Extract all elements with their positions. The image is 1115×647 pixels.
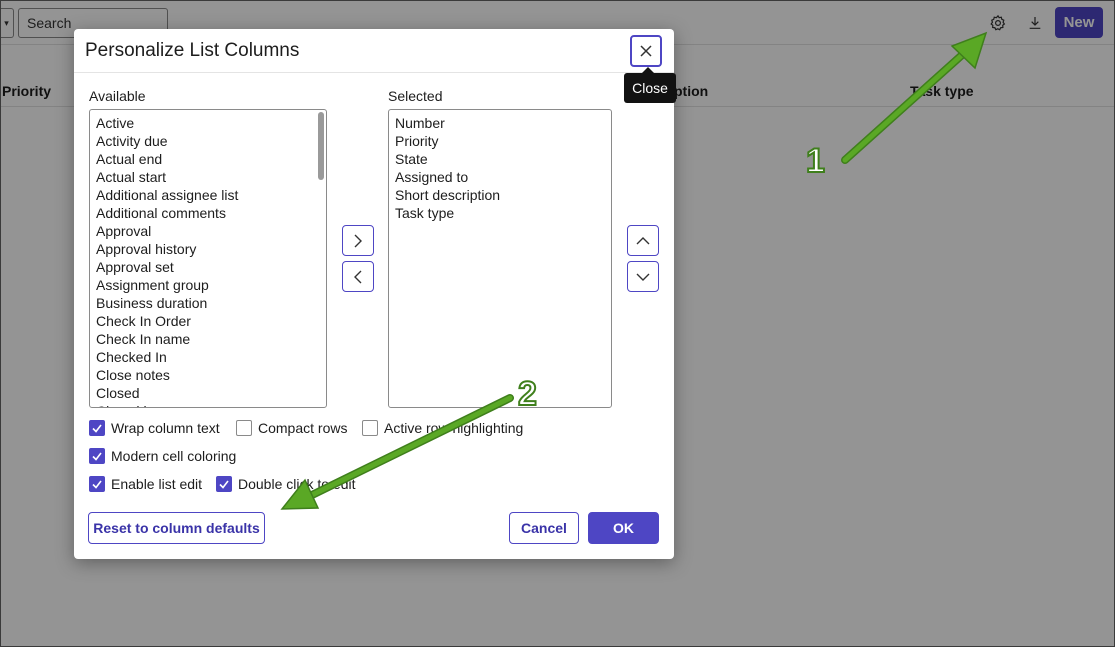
annotation-marker-1: 1 xyxy=(805,141,826,181)
annotation-arrow-2 xyxy=(280,394,514,510)
annotation-arrows xyxy=(280,31,988,510)
annotation-marker-2: 2 xyxy=(517,374,538,414)
annotation-arrow-1 xyxy=(841,31,988,164)
